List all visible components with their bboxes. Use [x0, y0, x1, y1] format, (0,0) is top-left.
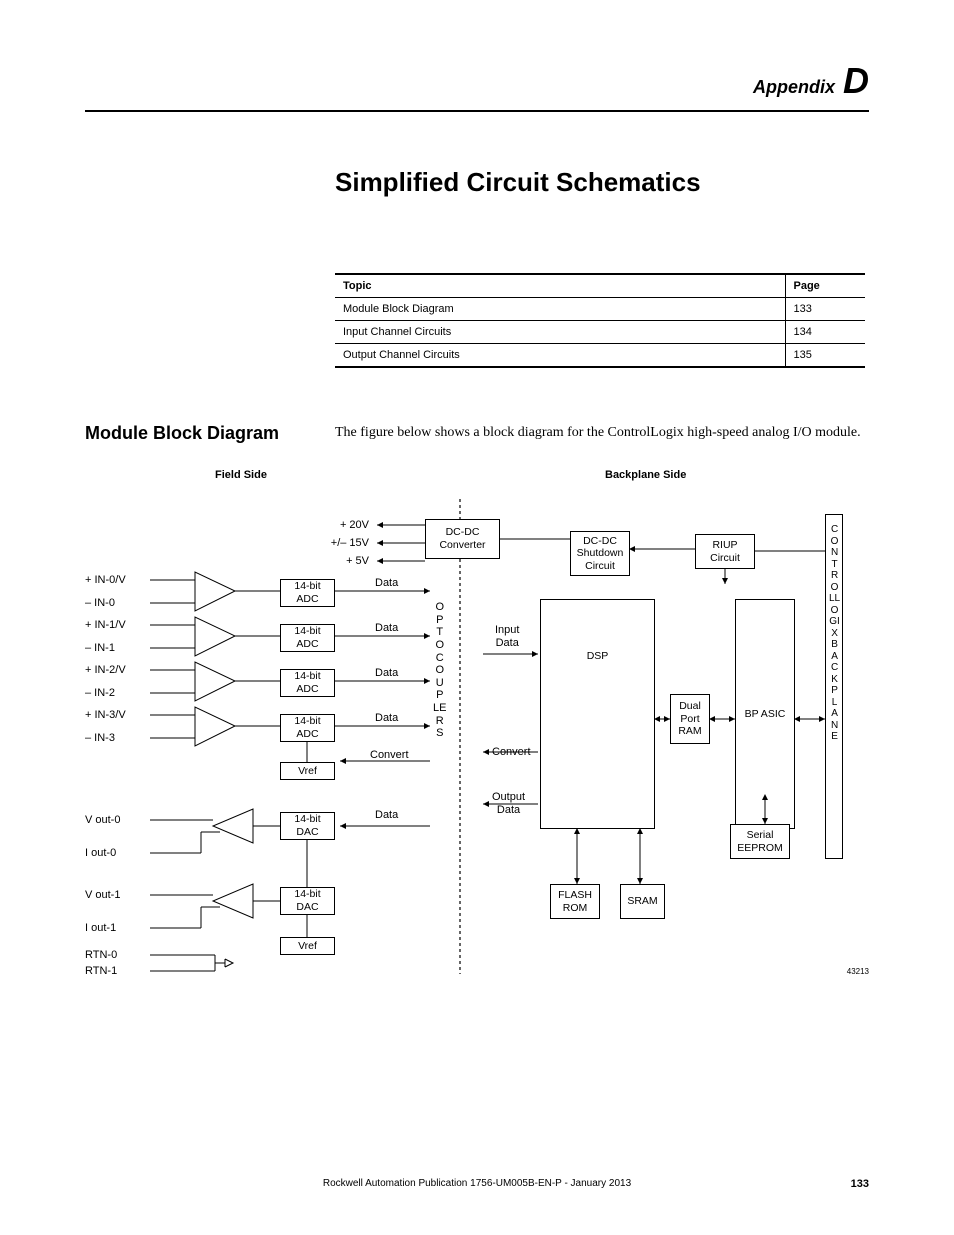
td-page: 134 [785, 321, 865, 344]
backplane-vertical-label: CONTROLLOGIXBACKPLANE [829, 524, 840, 743]
table-row: Input Channel Circuits 134 [335, 321, 865, 344]
vref0-box: Vref [280, 762, 335, 780]
sram-box: SRAM [620, 884, 665, 919]
input-data-label: Input Data [495, 624, 519, 650]
th-topic: Topic [335, 274, 785, 298]
th-page: Page [785, 274, 865, 298]
v20-label: + 20V [319, 519, 369, 532]
in3v-label: + IN-3/V [85, 709, 145, 722]
v5-label: + 5V [319, 555, 369, 568]
dac0-box: 14-bit DAC [280, 812, 335, 840]
appendix-letter: D [843, 60, 869, 101]
optocouplers-label: OPTOCOUPLERS [433, 601, 446, 740]
adc1-box: 14-bit ADC [280, 624, 335, 652]
page-footer: Rockwell Automation Publication 1756-UM0… [0, 1178, 954, 1190]
iout1-label: I out-1 [85, 922, 145, 935]
in3-label: – IN-3 [85, 732, 145, 745]
data-label-1: Data [375, 622, 398, 635]
page-header: Appendix D [0, 0, 954, 102]
dual-port-ram-box: Dual Port RAM [670, 694, 710, 744]
field-side-label: Field Side [215, 469, 267, 481]
td-topic: Module Block Diagram [335, 298, 785, 321]
topic-table: Topic Page Module Block Diagram 133 Inpu… [335, 273, 865, 368]
in2v-label: + IN-2/V [85, 664, 145, 677]
td-topic: Input Channel Circuits [335, 321, 785, 344]
convert-label-2: Convert [492, 746, 531, 759]
footer-publication: Rockwell Automation Publication 1756-UM0… [0, 1178, 954, 1189]
serial-eeprom-box: Serial EEPROM [730, 824, 790, 859]
convert-label-1: Convert [370, 749, 409, 762]
td-topic: Output Channel Circuits [335, 344, 785, 368]
riup-box: RIUP Circuit [695, 534, 755, 569]
iout0-label: I out-0 [85, 847, 145, 860]
dcdc-box: DC-DC Converter [425, 519, 500, 559]
rtn0-label: RTN-0 [85, 949, 145, 962]
vout1-label: V out-1 [85, 889, 145, 902]
vref1-box: Vref [280, 937, 335, 955]
dcdc-shutdown-box: DC-DC Shutdown Circuit [570, 531, 630, 576]
bp-asic-box: BP ASIC [735, 599, 795, 829]
v15-label: +/– 15V [309, 537, 369, 550]
output-data-label: Output Data [492, 791, 525, 817]
in0v-label: + IN-0/V [85, 574, 145, 587]
table-row: Module Block Diagram 133 [335, 298, 865, 321]
page-title: Simplified Circuit Schematics [335, 167, 954, 198]
backplane-side-label: Backplane Side [605, 469, 686, 481]
td-page: 135 [785, 344, 865, 368]
adc2-box: 14-bit ADC [280, 669, 335, 697]
appendix-label: Appendix [753, 77, 835, 97]
vout0-label: V out-0 [85, 814, 145, 827]
data-label-2: Data [375, 667, 398, 680]
adc0-box: 14-bit ADC [280, 579, 335, 607]
data-label-0: Data [375, 577, 398, 590]
section-row: Module Block Diagram The figure below sh… [85, 423, 869, 444]
block-diagram: Field Side Backplane Side + 20V +/– 15V … [85, 469, 869, 999]
td-page: 133 [785, 298, 865, 321]
in2-label: – IN-2 [85, 687, 145, 700]
adc3-box: 14-bit ADC [280, 714, 335, 742]
header-rule [85, 110, 869, 112]
dsp-box: DSP [540, 599, 655, 829]
dac1-box: 14-bit DAC [280, 887, 335, 915]
in1v-label: + IN-1/V [85, 619, 145, 632]
in1-label: – IN-1 [85, 642, 145, 655]
in0-label: – IN-0 [85, 597, 145, 610]
section-heading: Module Block Diagram [85, 423, 305, 444]
data-label-3: Data [375, 712, 398, 725]
figure-id: 43213 [847, 967, 869, 977]
flash-rom-box: FLASH ROM [550, 884, 600, 919]
rtn1-label: RTN-1 [85, 965, 145, 978]
section-body: The figure below shows a block diagram f… [335, 423, 861, 444]
table-row: Output Channel Circuits 135 [335, 344, 865, 368]
data-label-out: Data [375, 809, 398, 822]
